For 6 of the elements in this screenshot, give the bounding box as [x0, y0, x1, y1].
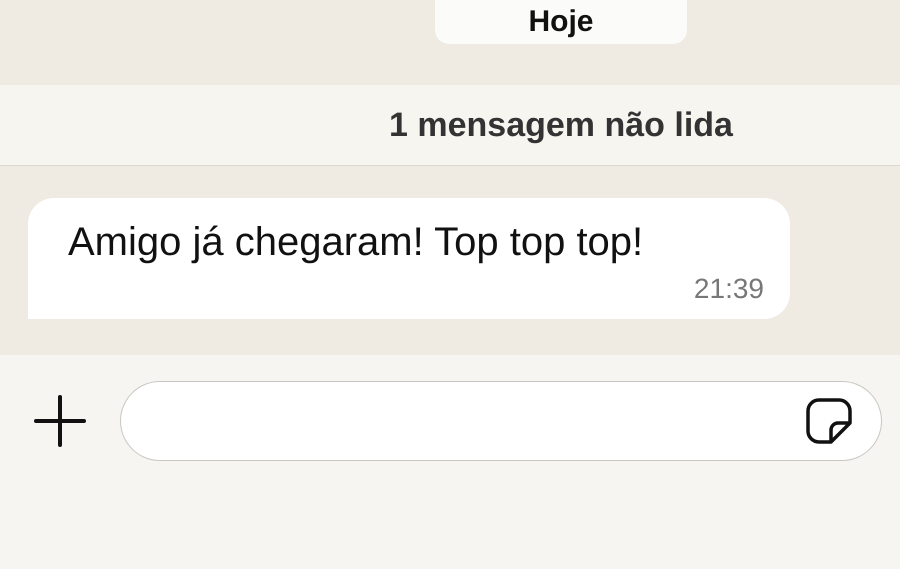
date-label: Hoje: [435, 0, 687, 44]
unread-count-text: 1 mensagem não lida: [389, 106, 733, 144]
message-text: Amigo já chegaram! Top top top!: [68, 220, 644, 265]
message-time: 21:39: [694, 273, 764, 305]
sticker-icon[interactable]: [805, 397, 853, 445]
plus-icon[interactable]: [34, 395, 86, 447]
